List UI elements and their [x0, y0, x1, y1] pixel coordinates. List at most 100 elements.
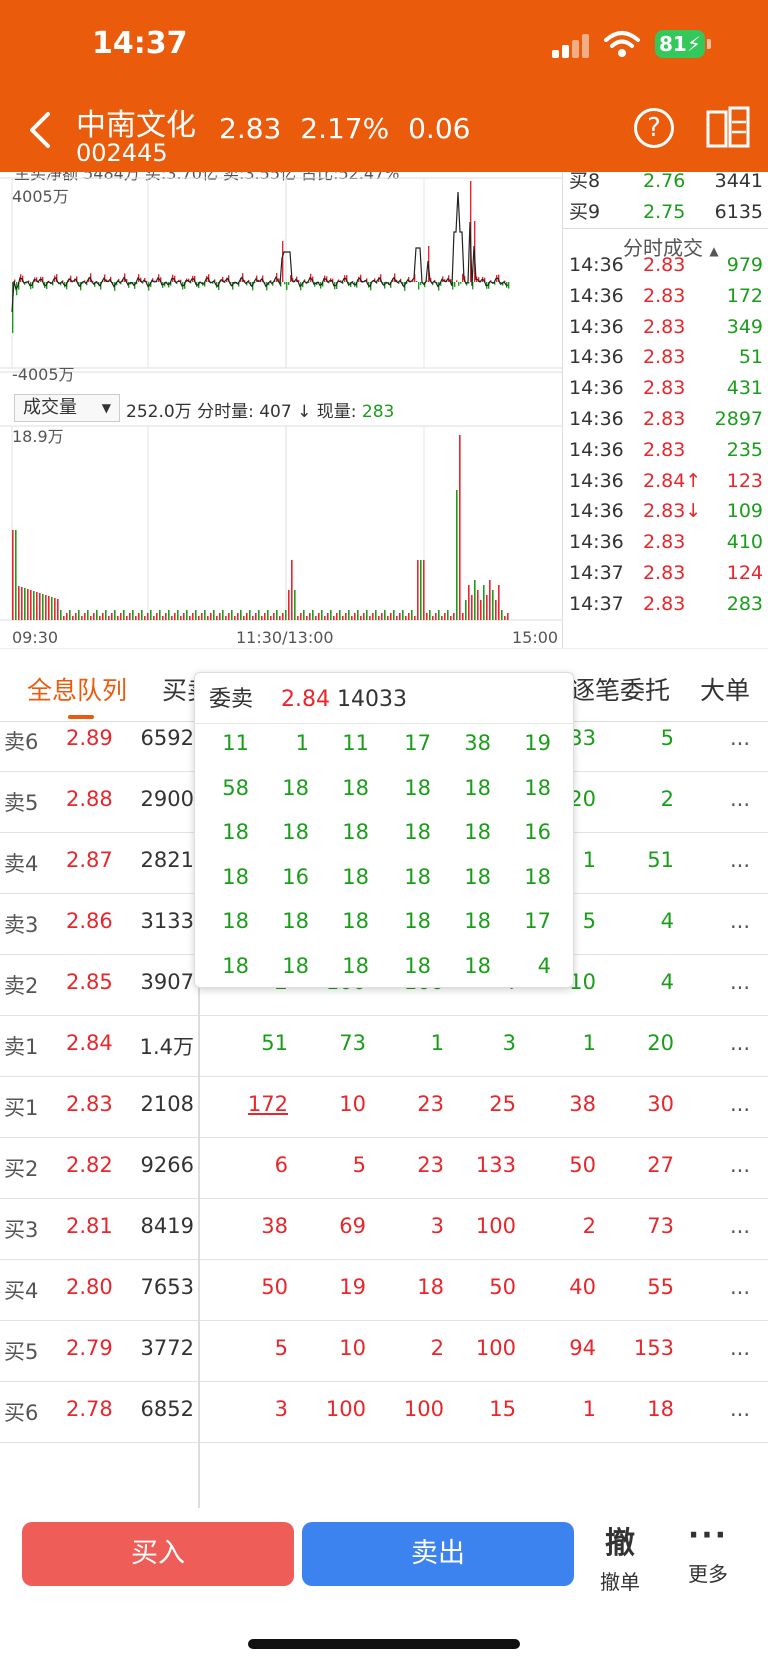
popup-order: 18	[342, 864, 369, 889]
queue-order[interactable]: 69	[306, 1214, 366, 1238]
queue-more-button[interactable]: ...	[730, 1397, 750, 1421]
queue-order[interactable]: 133	[456, 1153, 516, 1177]
queue-more-button[interactable]: ...	[730, 970, 750, 994]
tab-big-orders[interactable]: 大单	[700, 671, 750, 707]
queue-order[interactable]: 100	[384, 1397, 444, 1421]
help-button[interactable]: ?	[634, 108, 674, 148]
queue-order[interactable]: 1	[536, 1397, 596, 1421]
queue-order[interactable]: 4	[614, 909, 674, 933]
cancel-icon: 撤	[605, 1526, 635, 1561]
intraday-chart[interactable]: 主买净额 5484万 买:3.70亿 卖:3.55亿 占比:52.47% 400…	[0, 172, 562, 648]
queue-order[interactable]: 23	[384, 1153, 444, 1177]
volume-bar	[306, 616, 308, 620]
popup-order: 18	[342, 909, 369, 933]
queue-order[interactable]: 2	[536, 1214, 596, 1238]
queue-order[interactable]: 4	[614, 970, 674, 994]
queue-order[interactable]: 1	[384, 1031, 444, 1055]
queue-order[interactable]: 100	[456, 1336, 516, 1360]
queue-order[interactable]: 3	[384, 1214, 444, 1238]
volume-bar	[207, 616, 209, 620]
volume-bar	[390, 613, 392, 620]
popup-order: 18	[464, 775, 491, 800]
volume-bar	[186, 610, 188, 620]
sell-button[interactable]: 卖出	[302, 1522, 574, 1586]
trade-direction: ↑	[685, 469, 702, 492]
popup-divider	[195, 723, 573, 724]
queue-row[interactable]: 卖1 2.84 1.4万 51 73 1 3 1 20...	[0, 1013, 768, 1077]
queue-order[interactable]: 1	[536, 1031, 596, 1055]
queue-order[interactable]: 50	[536, 1153, 596, 1177]
queue-order[interactable]: 50	[228, 1275, 288, 1299]
order-panel[interactable]: 买8 2.76 3441 买9 2.75 6135 分时成交 ▲ 14:36 2.…	[562, 170, 768, 648]
queue-order[interactable]: 10	[306, 1336, 366, 1360]
queue-order[interactable]: 3	[456, 1031, 516, 1055]
queue-order[interactable]: 172	[228, 1092, 288, 1116]
queue-order[interactable]: 55	[614, 1275, 674, 1299]
queue-order[interactable]: 18	[614, 1397, 674, 1421]
volume-bar	[468, 585, 470, 620]
volume-bar	[435, 613, 437, 620]
queue-row[interactable]: 买4 2.80 7653 50 19 18 50 40 55...	[0, 1257, 768, 1321]
volume-bar	[408, 613, 410, 620]
queue-row[interactable]: 买5 2.79 3772 5 10 2 100 94 153...	[0, 1318, 768, 1382]
queue-detail-popup[interactable]: 委卖 2.84 14033 11 1 11 17 38 19 58 18 18 18 18 18 18 1…	[194, 672, 574, 988]
queue-more-button[interactable]: ...	[730, 1214, 750, 1238]
switch-layout-icon[interactable]	[706, 106, 750, 148]
queue-order[interactable]: 30	[614, 1092, 674, 1116]
queue-order[interactable]: 100	[456, 1214, 516, 1238]
volume-bar	[114, 610, 116, 620]
volume-bar	[99, 616, 101, 620]
queue-order[interactable]: 40	[536, 1275, 596, 1299]
queue-order[interactable]: 27	[614, 1153, 674, 1177]
queue-more-button[interactable]: ...	[730, 909, 750, 933]
queue-more-button[interactable]: ...	[730, 726, 750, 750]
queue-more-button[interactable]: ...	[730, 1336, 750, 1360]
indicator-select[interactable]: 成交量 ▼	[14, 394, 120, 422]
queue-row[interactable]: 买2 2.82 9266 6 5 23 133 50 27...	[0, 1135, 768, 1199]
queue-row[interactable]: 买6 2.78 6852 3 100 100 15 1 18...	[0, 1379, 768, 1443]
queue-order[interactable]: 94	[536, 1336, 596, 1360]
tab-full-queue[interactable]: 全息队列	[27, 671, 127, 707]
queue-order[interactable]: 20	[614, 1031, 674, 1055]
queue-order[interactable]: 5	[228, 1336, 288, 1360]
queue-order[interactable]: 18	[384, 1275, 444, 1299]
queue-order[interactable]: 10	[306, 1092, 366, 1116]
queue-order[interactable]: 2	[384, 1336, 444, 1360]
queue-more-button[interactable]: ...	[730, 1092, 750, 1116]
queue-order[interactable]: 15	[456, 1397, 516, 1421]
queue-more-button[interactable]: ...	[730, 1275, 750, 1299]
back-icon[interactable]	[22, 108, 62, 152]
queue-row[interactable]: 买1 2.83 2108 172 10 23 25 38 30...	[0, 1074, 768, 1138]
queue-more-button[interactable]: ...	[730, 1031, 750, 1055]
queue-order[interactable]: 153	[614, 1336, 674, 1360]
queue-order[interactable]: 23	[384, 1092, 444, 1116]
queue-order[interactable]: 100	[306, 1397, 366, 1421]
queue-order[interactable]: 5	[306, 1153, 366, 1177]
volume-bar	[438, 610, 440, 620]
queue-order[interactable]: 73	[306, 1031, 366, 1055]
queue-order[interactable]: 51	[228, 1031, 288, 1055]
queue-order[interactable]: 2	[614, 787, 674, 811]
volume-bar	[429, 610, 431, 620]
volume-bar	[36, 592, 38, 620]
queue-order[interactable]: 3	[228, 1397, 288, 1421]
queue-order[interactable]: 38	[536, 1092, 596, 1116]
queue-order[interactable]: 5	[614, 726, 674, 750]
tab-tick-orders[interactable]: 逐笔委托	[570, 671, 670, 707]
queue-more-button[interactable]: ...	[730, 787, 750, 811]
more-button[interactable]: ··· 更多	[678, 1518, 738, 1587]
queue-more-button[interactable]: ...	[730, 848, 750, 872]
x-label-close: 15:00	[512, 628, 558, 647]
queue-order[interactable]: 25	[456, 1092, 516, 1116]
indicator-select-label: 成交量	[23, 397, 77, 418]
queue-order[interactable]: 73	[614, 1214, 674, 1238]
cancel-order-button[interactable]: 撤 撤单	[590, 1518, 650, 1595]
queue-row[interactable]: 买3 2.81 8419 38 69 3 100 2 73...	[0, 1196, 768, 1260]
queue-order[interactable]: 19	[306, 1275, 366, 1299]
queue-order[interactable]: 51	[614, 848, 674, 872]
queue-order[interactable]: 38	[228, 1214, 288, 1238]
queue-order[interactable]: 6	[228, 1153, 288, 1177]
buy-button[interactable]: 买入	[22, 1522, 294, 1586]
queue-order[interactable]: 50	[456, 1275, 516, 1299]
queue-more-button[interactable]: ...	[730, 1153, 750, 1177]
